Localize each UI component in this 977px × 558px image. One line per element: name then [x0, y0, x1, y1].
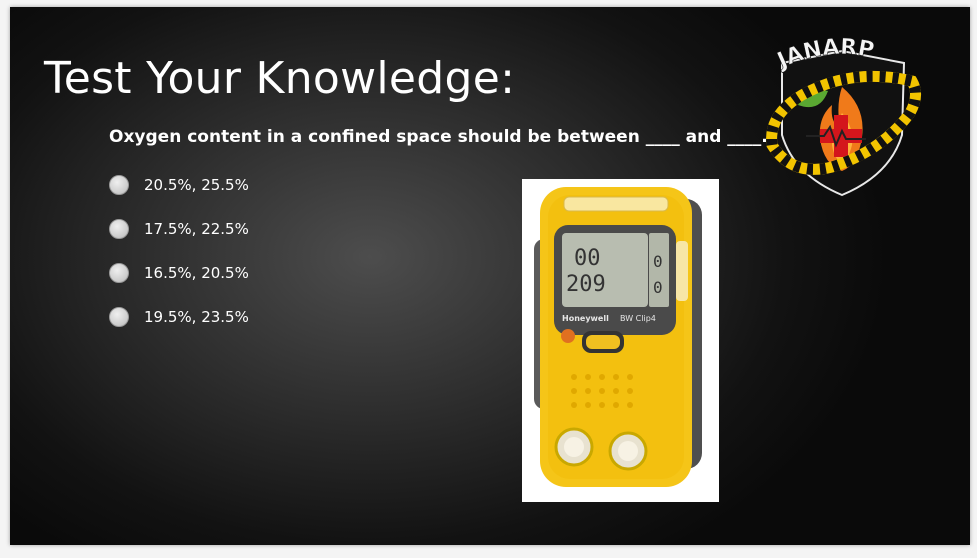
radio-button[interactable] — [109, 263, 129, 283]
quiz-slide: Test Your Knowledge: Oxygen content in a… — [10, 7, 970, 545]
answer-option-4[interactable]: 19.5%, 23.5% — [109, 305, 249, 329]
gas-detector-image: 00 209 0 0 Honeywell BW Clip4 — [522, 179, 719, 502]
radio-button[interactable] — [109, 307, 129, 327]
janarp-logo-graphic: JANARP — [766, 34, 921, 197]
device-model: BW Clip4 — [620, 314, 656, 323]
answer-option-1[interactable]: 20.5%, 25.5% — [109, 173, 249, 197]
answer-label: 20.5%, 25.5% — [144, 176, 249, 194]
answer-option-3[interactable]: 16.5%, 20.5% — [109, 261, 249, 285]
display-right-top-readout: 0 — [653, 252, 663, 271]
answer-label: 19.5%, 23.5% — [144, 308, 249, 326]
display-top-readout: 00 — [574, 246, 601, 271]
device-brand: Honeywell — [562, 314, 609, 323]
answer-option-2[interactable]: 17.5%, 22.5% — [109, 217, 249, 241]
radio-button[interactable] — [109, 219, 129, 239]
answer-options: 20.5%, 25.5% 17.5%, 22.5% 16.5%, 20.5% 1… — [109, 173, 249, 349]
janarp-logo: JANARP — [762, 34, 922, 200]
slide-title: Test Your Knowledge: — [44, 53, 516, 104]
answer-label: 16.5%, 20.5% — [144, 264, 249, 282]
display-mid-readout: 209 — [566, 272, 606, 297]
question-text: Oxygen content in a confined space shoul… — [109, 127, 768, 147]
radio-button[interactable] — [109, 175, 129, 195]
display-right-mid-readout: 0 — [653, 278, 663, 297]
answer-label: 17.5%, 22.5% — [144, 220, 249, 238]
gas-detector-illustration: 00 209 0 0 Honeywell BW Clip4 — [534, 187, 702, 487]
